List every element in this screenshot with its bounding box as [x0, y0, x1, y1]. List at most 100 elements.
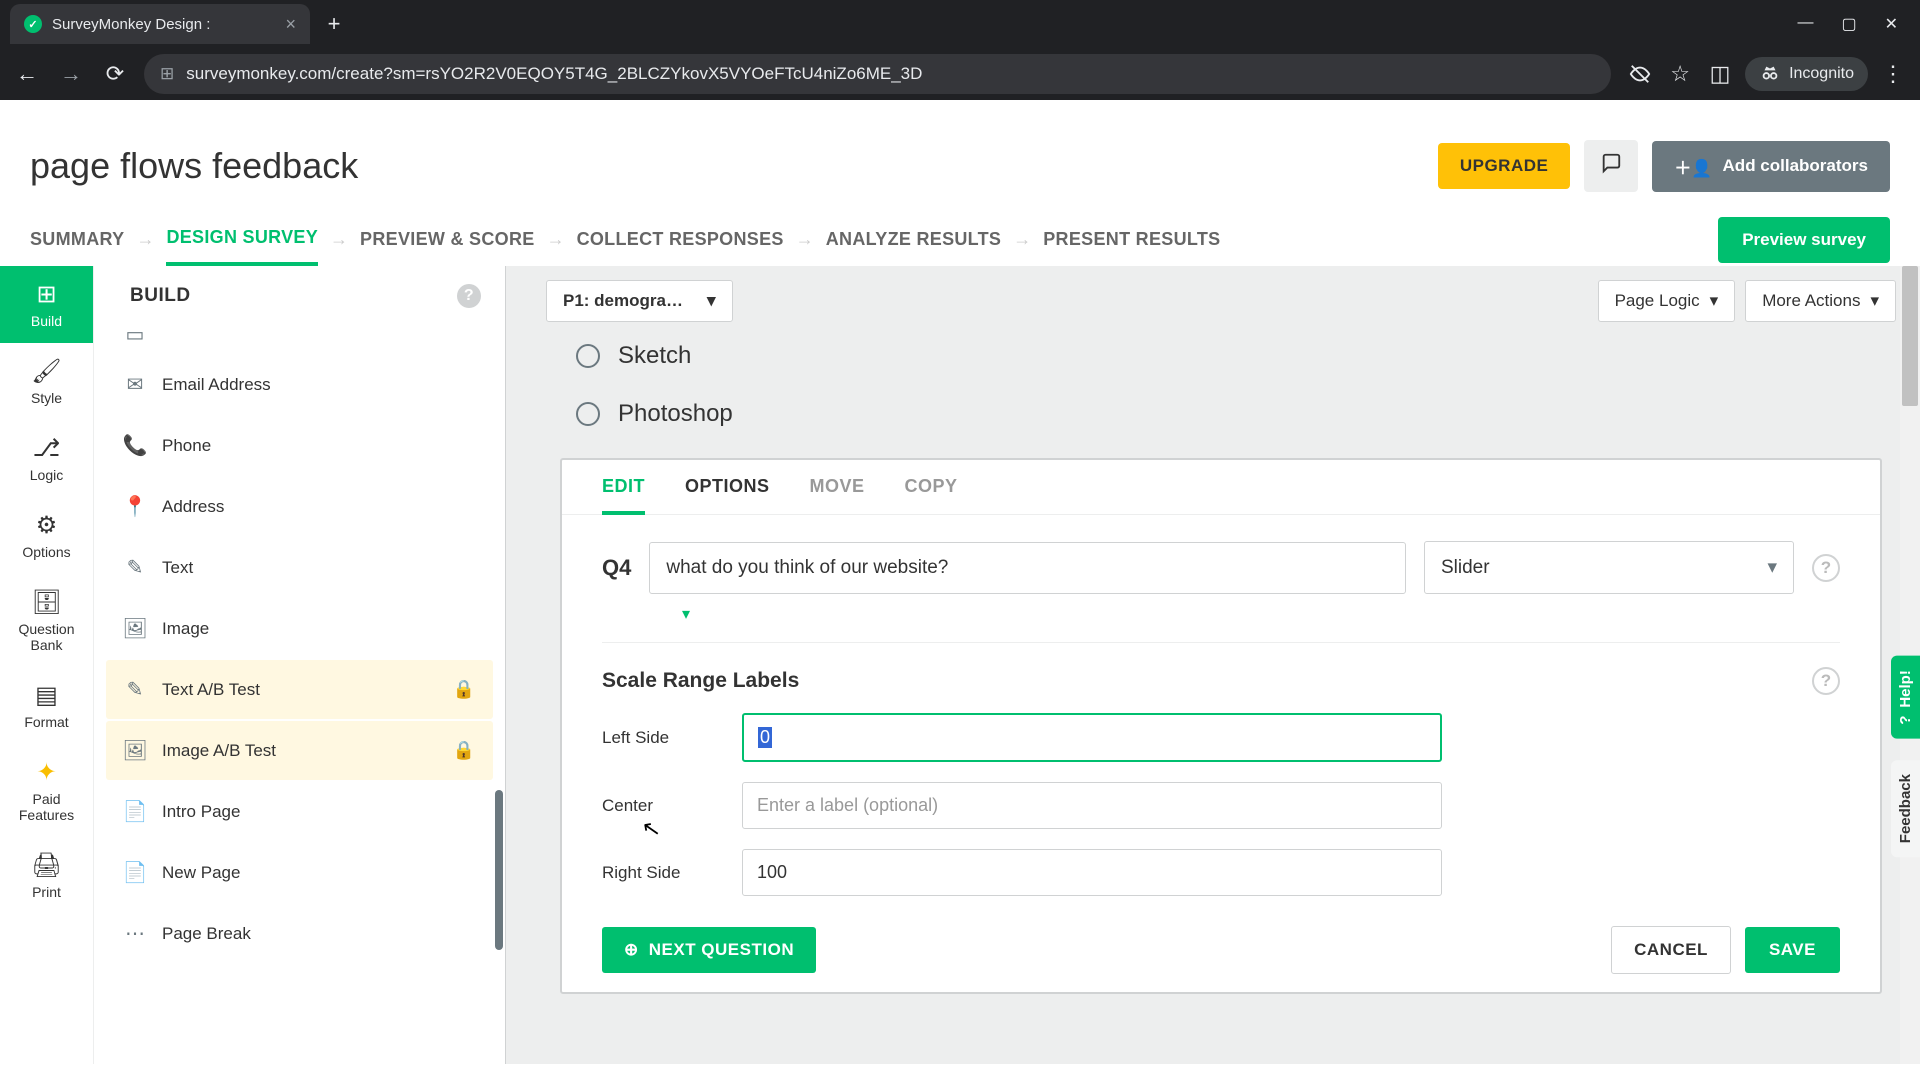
- richtext-toggle-caret[interactable]: ▾: [682, 604, 1880, 624]
- builder-item-intro-page[interactable]: 📄 Intro Page: [106, 782, 493, 841]
- builder-item-label: Address: [162, 497, 224, 517]
- left-side-label: Left Side: [602, 728, 722, 748]
- browser-tab[interactable]: ✓ SurveyMonkey Design : ×: [10, 4, 310, 44]
- address-bar[interactable]: ⊞ surveymonkey.com/create?sm=rsYO2R2V0EQ…: [144, 54, 1611, 94]
- radio-option-sketch[interactable]: Sketch: [506, 336, 1920, 376]
- close-tab-icon[interactable]: ×: [285, 14, 296, 35]
- nav-logic[interactable]: ⎇ Logic: [0, 420, 93, 497]
- kebab-menu-icon[interactable]: ⋮: [1878, 59, 1908, 89]
- nav-build-label: Build: [31, 313, 62, 329]
- help-icon[interactable]: ?: [1812, 667, 1840, 695]
- caret-down-icon: ▾: [707, 291, 716, 311]
- tab-copy[interactable]: COPY: [905, 476, 958, 514]
- back-button[interactable]: ←: [12, 59, 42, 89]
- nav-paid-features[interactable]: ✦ Paid Features: [0, 744, 93, 837]
- nav-paid-label: Paid Features: [19, 791, 74, 823]
- bookmark-star-icon[interactable]: ☆: [1665, 59, 1695, 89]
- step-summary[interactable]: SUMMARY: [30, 229, 124, 250]
- nav-style-label: Style: [31, 390, 62, 406]
- question-text-input[interactable]: what do you think of our website?: [649, 542, 1406, 594]
- new-tab-button[interactable]: +: [318, 8, 350, 40]
- nav-print[interactable]: 🖨 Print: [0, 837, 93, 914]
- incognito-icon: [1759, 63, 1781, 85]
- radio-icon: [576, 344, 600, 368]
- builder-item-phone[interactable]: 📞 Phone: [106, 416, 493, 475]
- visibility-off-icon[interactable]: [1625, 59, 1655, 89]
- grid-plus-icon: ⊞: [36, 280, 56, 309]
- help-floating-tab[interactable]: ? Help!: [1891, 656, 1920, 739]
- phone-icon: 📞: [124, 433, 146, 458]
- incognito-badge[interactable]: Incognito: [1745, 57, 1868, 91]
- feedback-floating-tab[interactable]: Feedback: [1891, 760, 1920, 857]
- generic-icon: ▭: [124, 322, 146, 347]
- question-number: Q4: [602, 555, 631, 581]
- nav-format[interactable]: ▤ Format: [0, 667, 93, 744]
- reload-button[interactable]: ⟳: [100, 59, 130, 89]
- chevron-right-icon: →: [1013, 229, 1031, 250]
- tab-options[interactable]: OPTIONS: [685, 476, 770, 514]
- builder-item-label: Page Break: [162, 924, 251, 944]
- step-present-results[interactable]: PRESENT RESULTS: [1043, 229, 1220, 250]
- builder-item-image[interactable]: 🖼 Image: [106, 599, 493, 658]
- builder-item-partial[interactable]: ▭: [106, 322, 493, 353]
- survey-title[interactable]: page flows feedback: [30, 145, 358, 187]
- step-preview-score[interactable]: PREVIEW & SCORE: [360, 229, 535, 250]
- step-design-survey[interactable]: DESIGN SURVEY: [166, 227, 318, 266]
- help-icon[interactable]: ?: [457, 284, 481, 308]
- nav-build[interactable]: ⊞ Build: [0, 266, 93, 343]
- window-maximize-icon[interactable]: ▢: [1841, 14, 1856, 34]
- left-side-input[interactable]: 0: [742, 713, 1442, 762]
- right-side-input[interactable]: 100: [742, 849, 1442, 896]
- page-logic-dropdown[interactable]: Page Logic ▾: [1598, 280, 1736, 322]
- incognito-label: Incognito: [1789, 65, 1854, 83]
- tab-move[interactable]: MOVE: [810, 476, 865, 514]
- step-analyze-results[interactable]: ANALYZE RESULTS: [826, 229, 1002, 250]
- preview-survey-button[interactable]: Preview survey: [1718, 217, 1890, 263]
- nav-options-label: Options: [22, 544, 70, 560]
- nav-options[interactable]: ⚙ Options: [0, 497, 93, 574]
- window-close-icon[interactable]: ✕: [1885, 14, 1898, 34]
- left-side-value: 0: [758, 727, 772, 748]
- person-plus-icon: ＋👤: [1674, 154, 1712, 179]
- window-minimize-icon[interactable]: —: [1797, 14, 1813, 34]
- cancel-button[interactable]: CANCEL: [1611, 926, 1731, 974]
- save-button[interactable]: SAVE: [1745, 927, 1840, 973]
- radio-option-photoshop[interactable]: Photoshop: [506, 394, 1920, 434]
- text-ab-icon: ✎: [124, 677, 146, 702]
- nav-format-label: Format: [24, 714, 68, 730]
- url-text: surveymonkey.com/create?sm=rsYO2R2V0EQOY…: [186, 64, 922, 84]
- builder-scrollbar[interactable]: [495, 790, 503, 950]
- page-scrollbar-thumb[interactable]: [1902, 266, 1918, 406]
- builder-item-email[interactable]: ✉ Email Address: [106, 355, 493, 414]
- more-actions-dropdown[interactable]: More Actions ▾: [1745, 280, 1896, 322]
- builder-item-address[interactable]: 📍 Address: [106, 477, 493, 536]
- nav-question-bank[interactable]: 🗄 Question Bank: [0, 574, 93, 667]
- builder-item-image-ab[interactable]: 🖼 Image A/B Test 🔒: [106, 721, 493, 780]
- nav-style[interactable]: 🖌 Style: [0, 343, 93, 420]
- upgrade-button[interactable]: UPGRADE: [1438, 143, 1571, 189]
- question-type-select[interactable]: Slider ▾: [1424, 541, 1794, 594]
- print-icon: 🖨: [31, 851, 61, 880]
- next-question-button[interactable]: ⊕ NEXT QUESTION: [602, 927, 816, 973]
- step-collect-responses[interactable]: COLLECT RESPONSES: [577, 229, 784, 250]
- add-collaborators-button[interactable]: ＋👤 Add collaborators: [1652, 141, 1890, 192]
- builder-item-new-page[interactable]: 📄 New Page: [106, 843, 493, 902]
- page-selector-dropdown[interactable]: P1: demograph... ▾: [546, 280, 733, 322]
- nav-logic-label: Logic: [30, 467, 63, 483]
- builder-item-text[interactable]: ✎ Text: [106, 538, 493, 597]
- help-icon[interactable]: ?: [1812, 554, 1840, 582]
- tab-edit[interactable]: EDIT: [602, 476, 645, 515]
- site-info-icon[interactable]: ⊞: [160, 64, 174, 84]
- side-panel-icon[interactable]: ◫: [1705, 59, 1735, 89]
- caret-down-icon: ▾: [1710, 291, 1719, 311]
- radio-icon: [576, 402, 600, 426]
- center-input[interactable]: Enter a label (optional): [742, 782, 1442, 829]
- builder-item-text-ab[interactable]: ✎ Text A/B Test 🔒: [106, 660, 493, 719]
- branch-icon: ⎇: [33, 434, 61, 463]
- envelope-icon: ✉: [124, 372, 146, 397]
- builder-item-label: Email Address: [162, 375, 271, 395]
- comments-button[interactable]: [1584, 140, 1638, 192]
- page-selector-label: P1: demograph...: [563, 291, 693, 311]
- builder-item-page-break[interactable]: ⋯ Page Break: [106, 904, 493, 963]
- builder-item-label: Image: [162, 619, 209, 639]
